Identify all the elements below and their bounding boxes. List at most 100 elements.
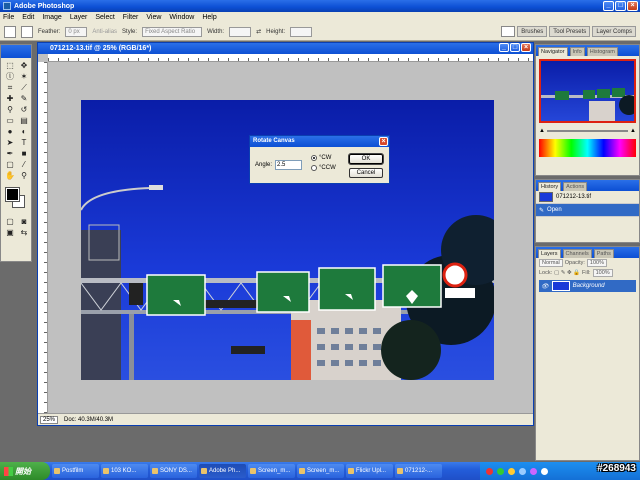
layer-background[interactable]: 👁 Background: [539, 280, 636, 292]
move-tool-icon[interactable]: ✥: [18, 61, 30, 71]
clone-stamp-tool-icon[interactable]: ⚲: [4, 105, 16, 115]
cw-radio-dot[interactable]: [311, 155, 317, 161]
type-tool-icon[interactable]: T: [18, 138, 30, 148]
marquee-tool-icon[interactable]: ⬚: [4, 61, 16, 71]
navigator-zoom-slider[interactable]: ▲ ▲: [536, 126, 639, 136]
tab-paths[interactable]: Paths: [593, 249, 614, 258]
cancel-button[interactable]: Cancel: [349, 168, 383, 178]
history-brush-tool-icon[interactable]: ↺: [18, 105, 30, 115]
screen-mode-icon[interactable]: ▣: [4, 228, 16, 238]
marquee-preset-icon[interactable]: [4, 25, 16, 38]
doc-close-button[interactable]: ×: [521, 43, 531, 52]
taskbar-item-active[interactable]: Adobe Ph...: [199, 464, 246, 478]
visibility-eye-icon[interactable]: 👁: [541, 283, 549, 290]
menu-window[interactable]: Window: [169, 14, 194, 21]
slice-tool-icon[interactable]: ⟋: [18, 83, 30, 93]
cw-radio[interactable]: °CW: [311, 155, 331, 161]
doc-minimize-button[interactable]: _: [499, 43, 509, 52]
tab-layers[interactable]: Layers: [538, 249, 561, 258]
magic-wand-tool-icon[interactable]: ✶: [18, 72, 30, 82]
ccw-radio[interactable]: °CCW: [311, 165, 336, 171]
menu-file[interactable]: File: [3, 14, 14, 21]
tray-icon[interactable]: [519, 467, 526, 475]
healing-brush-tool-icon[interactable]: ✚: [4, 94, 16, 104]
history-brush-icon[interactable]: ✎: [539, 207, 544, 214]
gradient-tool-icon[interactable]: ▤: [18, 116, 30, 126]
taskbar-item[interactable]: Screen_m...: [297, 464, 344, 478]
well-layer-comps[interactable]: Layer Comps: [592, 26, 636, 37]
tab-actions[interactable]: Actions: [563, 182, 588, 191]
menu-layer[interactable]: Layer: [70, 14, 88, 21]
navigator-thumbnail[interactable]: [539, 59, 636, 123]
well-brushes[interactable]: Brushes: [517, 26, 548, 37]
menu-select[interactable]: Select: [95, 14, 114, 21]
taskbar-item[interactable]: 103 KO...: [101, 464, 148, 478]
blend-mode-select[interactable]: Normal: [539, 259, 563, 267]
tray-icon[interactable]: [541, 467, 548, 475]
tray-icon[interactable]: [508, 467, 515, 475]
lasso-tool-icon[interactable]: ⓛ: [4, 72, 16, 82]
notes-tool-icon[interactable]: ▢: [4, 160, 16, 170]
tray-icon[interactable]: [530, 467, 537, 475]
taskbar-item[interactable]: Flickr Upl...: [346, 464, 393, 478]
color-spectrum[interactable]: [539, 139, 636, 157]
taskbar-item[interactable]: SONY DS...: [150, 464, 197, 478]
selection-mode-icon[interactable]: [21, 25, 33, 38]
shape-tool-icon[interactable]: ■: [18, 149, 30, 159]
maximize-button[interactable]: □: [615, 1, 626, 11]
brush-tool-icon[interactable]: ✎: [18, 94, 30, 104]
tray-icon[interactable]: [497, 467, 504, 475]
width-input[interactable]: [229, 26, 252, 37]
tab-histogram[interactable]: Histogram: [586, 47, 618, 56]
eraser-tool-icon[interactable]: ▭: [4, 116, 16, 126]
pen-tool-icon[interactable]: ✒: [4, 149, 16, 159]
tab-history[interactable]: History: [538, 182, 562, 191]
standard-mode-icon[interactable]: ▢: [4, 217, 16, 227]
taskbar-item[interactable]: Postfilm: [52, 464, 99, 478]
swap-icon[interactable]: ⇄: [256, 28, 261, 35]
menu-filter[interactable]: Filter: [123, 14, 139, 21]
foreground-color-swatch[interactable]: [5, 187, 20, 202]
dialog-close-button[interactable]: ×: [379, 137, 388, 146]
zoom-out-icon[interactable]: ▲: [539, 128, 545, 134]
antialias-checkbox[interactable]: Anti-alias: [92, 29, 117, 35]
zoom-level[interactable]: 25%: [40, 415, 59, 424]
ok-button[interactable]: OK: [348, 153, 384, 165]
zoom-in-icon[interactable]: ▲: [630, 128, 636, 134]
history-item-open[interactable]: ✎ Open: [536, 204, 639, 217]
height-input[interactable]: [290, 26, 313, 37]
opacity-input[interactable]: 100%: [586, 259, 607, 267]
file-browser-icon[interactable]: [501, 26, 516, 37]
minimize-button[interactable]: _: [603, 1, 614, 11]
well-tool-presets[interactable]: Tool Presets: [549, 26, 591, 37]
style-select[interactable]: Fixed Aspect Ratio: [142, 26, 203, 37]
lock-icons[interactable]: ▢ ✎ ✥ 🔒: [554, 270, 580, 276]
path-selection-tool-icon[interactable]: ➤: [4, 138, 16, 148]
tab-channels[interactable]: Channels: [562, 249, 592, 258]
taskbar-item[interactable]: 071212-...: [395, 464, 442, 478]
blur-tool-icon[interactable]: ●: [4, 127, 16, 137]
tab-navigator[interactable]: Navigator: [538, 47, 568, 56]
fill-input[interactable]: 100%: [592, 269, 613, 277]
history-snapshot[interactable]: 071212-13.tif: [536, 191, 639, 204]
imageready-icon[interactable]: ⇆: [18, 228, 30, 238]
menu-image[interactable]: Image: [42, 14, 61, 21]
angle-input[interactable]: 2.5: [275, 160, 302, 170]
hand-tool-icon[interactable]: ✋: [4, 171, 16, 181]
zoom-slider-track[interactable]: [546, 130, 629, 132]
menu-help[interactable]: Help: [202, 14, 216, 21]
dodge-tool-icon[interactable]: ◐: [18, 127, 30, 137]
tray-icon[interactable]: [486, 467, 493, 475]
taskbar-item[interactable]: Screen_m...: [248, 464, 295, 478]
close-button[interactable]: ×: [627, 1, 638, 11]
doc-maximize-button[interactable]: □: [510, 43, 520, 52]
start-button[interactable]: 開始: [0, 462, 50, 480]
crop-tool-icon[interactable]: ⌗: [4, 83, 16, 93]
feather-input[interactable]: 0 px: [65, 26, 88, 37]
menu-view[interactable]: View: [146, 14, 161, 21]
eyedropper-tool-icon[interactable]: ⁄: [18, 160, 30, 170]
quick-mask-icon[interactable]: ◙: [18, 217, 30, 227]
canvas-area[interactable]: [48, 62, 533, 413]
ccw-radio-dot[interactable]: [311, 165, 317, 171]
tab-info[interactable]: Info: [569, 47, 585, 56]
